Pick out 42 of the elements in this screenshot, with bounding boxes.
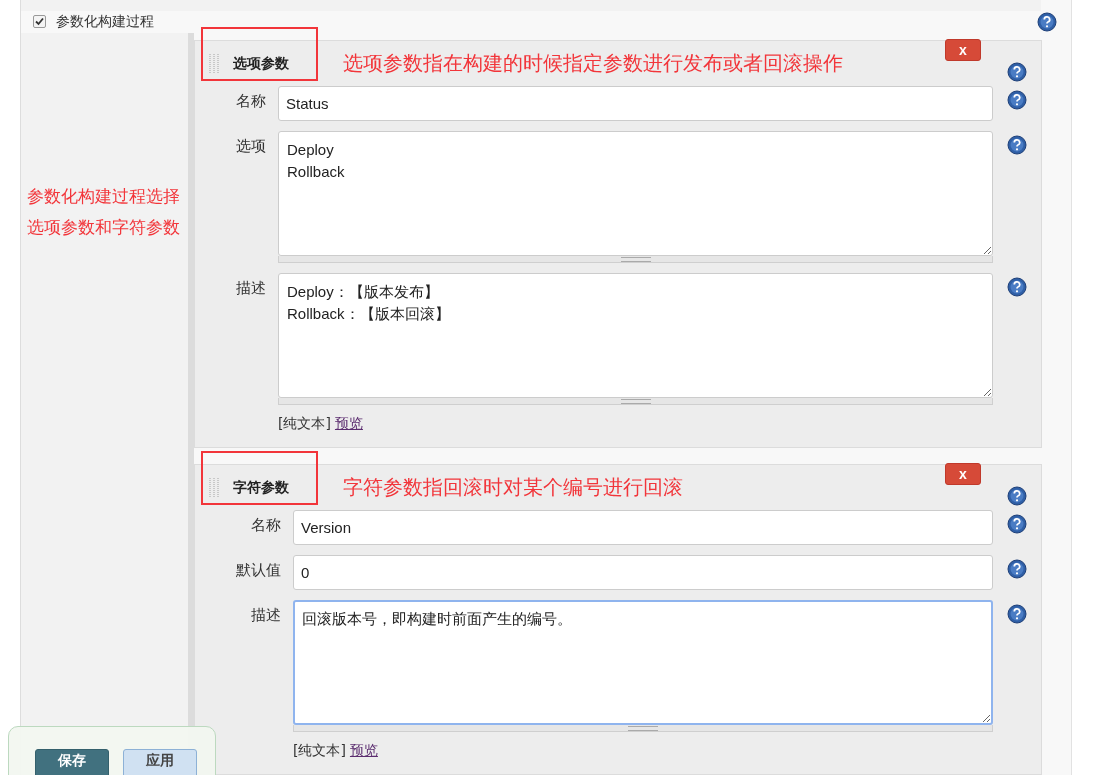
- help-icon[interactable]: [1007, 604, 1027, 624]
- field-label: 选项: [235, 136, 267, 156]
- format-label: [纯文本]: [293, 742, 346, 760]
- preview-link[interactable]: 预览: [349, 742, 378, 760]
- help-icon[interactable]: [1007, 559, 1027, 579]
- help-icon[interactable]: [1007, 486, 1027, 506]
- annotation-text: 选项参数指在构建的时候指定参数进行发布或者回滚操作: [343, 50, 844, 77]
- preview-link[interactable]: 预览: [334, 415, 363, 433]
- text-area[interactable]: 回滚版本号，即构建时前面产生的编号。: [293, 600, 993, 725]
- annotation-text: 字符参数指回滚时对某个编号进行回滚: [343, 474, 684, 501]
- help-icon[interactable]: [1007, 514, 1027, 534]
- save-button[interactable]: 保存: [35, 749, 109, 775]
- field-label: 名称: [235, 91, 267, 111]
- delete-button[interactable]: x: [945, 39, 981, 61]
- help-icon[interactable]: [1007, 277, 1027, 297]
- help-icon[interactable]: [1007, 62, 1027, 82]
- drag-handle-icon[interactable]: [209, 53, 221, 74]
- checkbox[interactable]: [33, 15, 46, 29]
- input-field[interactable]: Status: [278, 86, 993, 121]
- input-field[interactable]: Version: [293, 510, 993, 545]
- drag-handle-icon[interactable]: [209, 477, 221, 498]
- resize-handle[interactable]: [278, 256, 993, 263]
- resize-handle[interactable]: [293, 725, 993, 732]
- field-label: 描述: [250, 605, 282, 625]
- help-icon[interactable]: [1037, 11, 1057, 32]
- field-label: 默认值: [235, 560, 282, 580]
- parameter-title: 字符参数: [233, 478, 289, 497]
- help-icon[interactable]: [1007, 90, 1027, 110]
- input-field[interactable]: 0: [293, 555, 993, 590]
- field-label: 描述: [235, 278, 267, 298]
- delete-button[interactable]: x: [945, 463, 981, 485]
- annotation-text: 参数化构建过程选择: [27, 185, 181, 208]
- field-label: 名称: [250, 515, 282, 535]
- checkbox-label: 参数化构建过程: [56, 12, 155, 31]
- text-area[interactable]: Deploy：【版本发布】 Rollback：【版本回滚】: [278, 273, 993, 398]
- text-area[interactable]: Deploy Rollback: [278, 131, 993, 256]
- apply-button[interactable]: 应用: [123, 749, 197, 775]
- resize-handle[interactable]: [278, 398, 993, 405]
- help-icon[interactable]: [1007, 135, 1027, 155]
- format-label: [纯文本]: [278, 415, 331, 433]
- parameter-title: 选项参数: [233, 54, 289, 73]
- annotation-text: 选项参数和字符参数: [27, 216, 181, 239]
